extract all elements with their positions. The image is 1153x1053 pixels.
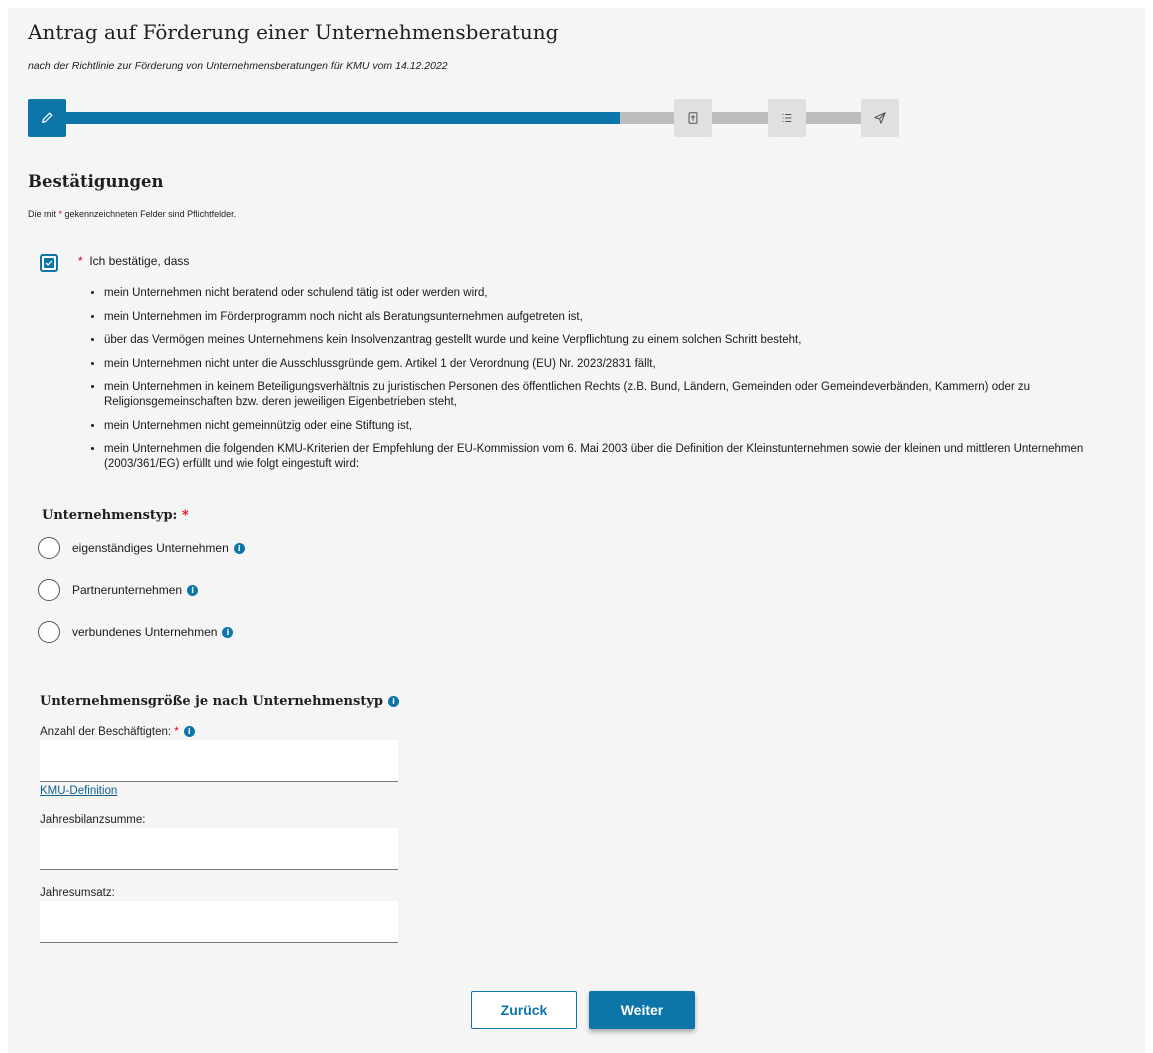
check-icon bbox=[44, 258, 54, 268]
info-icon[interactable]: i bbox=[233, 542, 245, 554]
list-item: mein Unternehmen nicht unter die Ausschl… bbox=[104, 357, 1114, 372]
balance-label: Jahresbilanzsumme: bbox=[40, 814, 146, 826]
next-button[interactable]: Weiter bbox=[589, 991, 695, 1029]
back-button[interactable]: Zurück bbox=[471, 991, 577, 1029]
kmu-definition-link[interactable]: KMU-Definition bbox=[40, 785, 117, 797]
company-type-label: Unternehmenstyp: * bbox=[42, 508, 189, 523]
info-icon[interactable]: i bbox=[222, 626, 234, 638]
stepper-track-completed bbox=[64, 112, 620, 124]
radio-button[interactable] bbox=[38, 579, 60, 601]
info-icon[interactable]: i bbox=[187, 584, 199, 596]
form-page: Antrag auf Förderung einer Unternehmensb… bbox=[8, 8, 1145, 1053]
send-icon bbox=[874, 112, 886, 124]
list-item: mein Unternehmen im Förderprogramm noch … bbox=[104, 310, 1114, 325]
radio-option-partner[interactable]: Partnerunternehmen i bbox=[38, 578, 199, 602]
step-upload[interactable] bbox=[674, 99, 712, 137]
balance-input[interactable] bbox=[40, 828, 398, 870]
stepper-track-remaining bbox=[620, 112, 896, 124]
radio-button[interactable] bbox=[38, 537, 60, 559]
step-edit[interactable] bbox=[28, 99, 66, 137]
page-subtitle: nach der Richtlinie zur Förderung von Un… bbox=[28, 60, 448, 72]
radio-option-affiliated[interactable]: verbundenes Unternehmen i bbox=[38, 620, 234, 644]
step-summary[interactable] bbox=[768, 99, 806, 137]
page-title: Antrag auf Förderung einer Unternehmensb… bbox=[28, 20, 559, 44]
pencil-icon bbox=[42, 112, 53, 123]
company-size-title: Unternehmensgröße je nach Unternehmensty… bbox=[40, 694, 399, 709]
required-hint: Die mit * gekennzeichneten Felder sind P… bbox=[28, 209, 237, 219]
employees-input[interactable] bbox=[40, 740, 398, 782]
list-item: mein Unternehmen nicht gemeinnützig oder… bbox=[104, 419, 1114, 434]
revenue-label: Jahresumsatz: bbox=[40, 887, 115, 899]
employees-label: Anzahl der Beschäftigten: * i bbox=[40, 726, 195, 738]
list-item: mein Unternehmen die folgenden KMU-Krite… bbox=[104, 442, 1114, 472]
progress-stepper bbox=[28, 98, 908, 138]
revenue-input[interactable] bbox=[40, 901, 398, 943]
list-item: mein Unternehmen in keinem Beteiligungsv… bbox=[104, 380, 1114, 410]
confirmation-list: mein Unternehmen nicht beratend oder sch… bbox=[90, 286, 1114, 481]
radio-option-independent[interactable]: eigenständiges Unternehmen i bbox=[38, 536, 245, 560]
info-icon[interactable]: i bbox=[183, 726, 195, 738]
list-icon bbox=[782, 113, 792, 123]
upload-document-icon bbox=[688, 112, 698, 124]
confirmation-checkbox[interactable] bbox=[40, 254, 58, 272]
info-icon[interactable]: i bbox=[387, 696, 399, 707]
step-submit[interactable] bbox=[861, 99, 899, 137]
confirmation-label: * Ich bestätige, dass bbox=[78, 254, 190, 268]
list-item: über das Vermögen meines Unternehmens ke… bbox=[104, 333, 1114, 348]
radio-button[interactable] bbox=[38, 621, 60, 643]
list-item: mein Unternehmen nicht beratend oder sch… bbox=[104, 286, 1114, 301]
section-title: Bestätigungen bbox=[28, 172, 164, 191]
